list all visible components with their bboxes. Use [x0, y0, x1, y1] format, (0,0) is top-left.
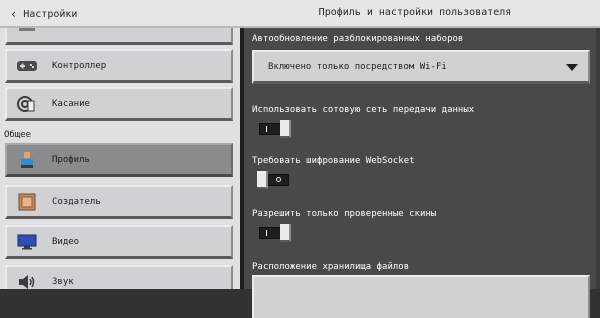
sidebar-item-label: Контроллер [52, 60, 107, 71]
sidebar-item-sound[interactable]: Звук [5, 265, 233, 289]
speaker-icon [16, 272, 38, 290]
touch-icon [16, 94, 38, 114]
settings-panel: Автообновление разблокированных наборов … [244, 28, 600, 318]
monitor-icon [16, 232, 38, 252]
sidebar-item-creator[interactable]: Создатель [5, 185, 233, 219]
sidebar-item-label: Касание [52, 98, 90, 109]
page-title: Профиль и настройки пользователя [318, 7, 512, 18]
toggle-knob [257, 171, 268, 189]
auto-update-dropdown[interactable]: Включено только посредством Wi-Fi [252, 50, 590, 84]
profile-icon [16, 150, 38, 170]
verified-skins-label: Разрешить только проверенные скины [252, 209, 437, 219]
creator-icon [16, 192, 38, 212]
back-button-label: Настройки [23, 8, 78, 20]
partial-item-icon [16, 28, 38, 38]
toggle-off-mark-icon [276, 177, 281, 182]
cellular-toggle[interactable] [259, 120, 291, 138]
settings-sidebar: Контроллер Касание Общее Профиль Создате… [0, 28, 240, 289]
chevron-left-icon: ‹ [10, 7, 18, 21]
toggle-on-mark-icon [266, 126, 267, 132]
top-bar: ‹ Настройки Профиль и настройки пользова… [0, 0, 600, 28]
auto-update-value: Включено только посредством Wi-Fi [268, 61, 447, 72]
toggle-on-mark-icon [266, 230, 267, 236]
storage-location-label: Расположение хранилища файлов [252, 262, 410, 272]
toggle-knob [280, 224, 291, 242]
storage-location-dropdown[interactable] [252, 275, 590, 318]
toggle-knob [280, 120, 291, 138]
sidebar-item-label: Звук [52, 276, 74, 287]
websocket-label: Требовать шифрование WebSocket [252, 156, 415, 166]
sidebar-item-controller[interactable]: Контроллер [5, 49, 233, 83]
auto-update-label: Автообновление разблокированных наборов [252, 34, 464, 44]
back-button[interactable]: ‹ Настройки [4, 3, 83, 25]
scrollbar[interactable] [596, 28, 600, 289]
sidebar-item-video[interactable]: Видео [5, 225, 233, 259]
dropdown-arrow-icon [566, 64, 578, 71]
gamepad-icon [16, 56, 38, 76]
sidebar-item-label: Создатель [52, 196, 101, 207]
websocket-toggle[interactable] [257, 171, 289, 189]
section-label-general: Общее [4, 130, 32, 140]
cellular-label: Использовать сотовую сеть передачи данны… [252, 105, 475, 115]
sidebar-item-partial[interactable] [5, 28, 233, 45]
sidebar-item-profile[interactable]: Профиль [5, 143, 233, 177]
sidebar-item-touch[interactable]: Касание [5, 87, 233, 121]
sidebar-item-label: Профиль [52, 154, 90, 165]
verified-skins-toggle[interactable] [259, 224, 291, 242]
sidebar-item-label: Видео [52, 236, 80, 247]
